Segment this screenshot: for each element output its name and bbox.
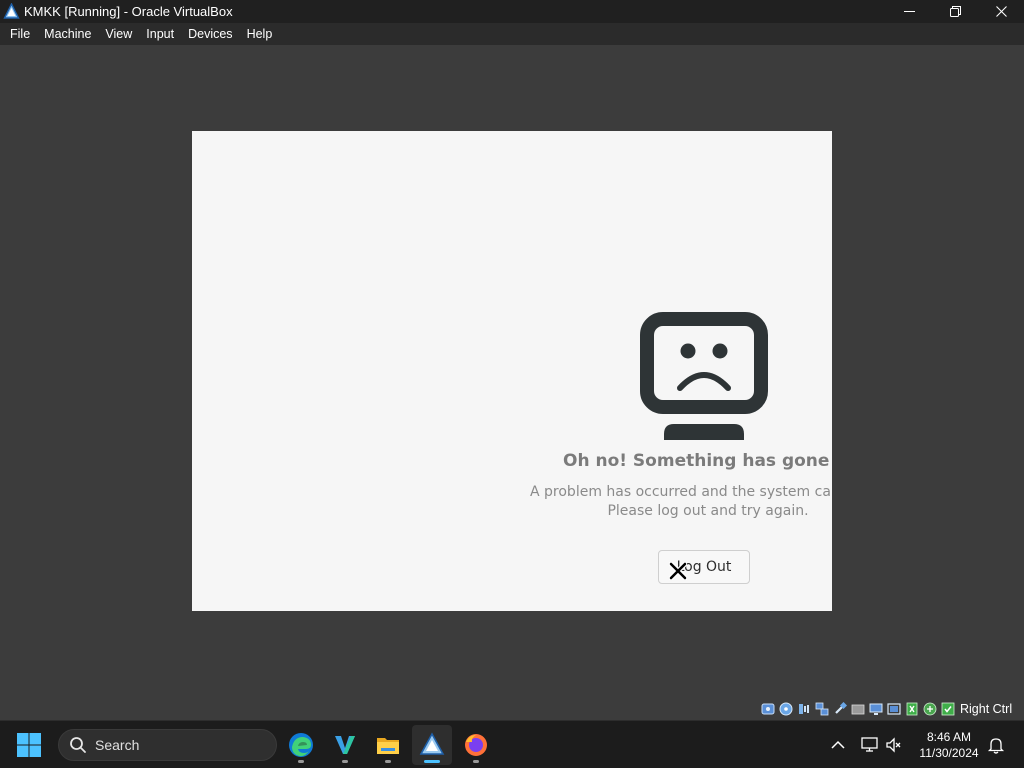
notification-bell-icon[interactable] [986, 735, 1006, 755]
clock-time: 8:46 AM [926, 730, 972, 744]
taskbar-firefox[interactable] [456, 725, 496, 765]
optical-drive-icon[interactable] [778, 701, 794, 717]
edge-icon [289, 733, 313, 757]
minimize-button[interactable] [886, 0, 932, 23]
menu-file[interactable]: File [3, 23, 37, 45]
taskbar-virtualbox-indicator [424, 760, 440, 763]
clock-date: 11/30/2024 [919, 746, 979, 760]
sad-monitor-icon [640, 312, 768, 440]
windows-start-icon[interactable] [16, 732, 42, 758]
maximize-button[interactable] [932, 0, 978, 23]
taskbar-file-explorer-indicator [385, 760, 391, 763]
restore-icon [949, 6, 961, 17]
taskbar-edge-indicator [298, 760, 304, 763]
guest-additions-icon[interactable] [940, 701, 956, 717]
taskbar: Search 8:46 AM 11/30/2024 [0, 720, 1024, 768]
menu-input[interactable]: Input [139, 23, 181, 45]
menu-help[interactable]: Help [240, 23, 280, 45]
hard-disk-icon[interactable] [760, 701, 776, 717]
error-message-line1: A problem has occurred and the system ca… [530, 484, 832, 500]
vm-status-bar: Right Ctrl [760, 700, 1012, 718]
cpu-icon[interactable] [904, 701, 920, 717]
display-icon[interactable] [868, 701, 884, 717]
close-icon [995, 6, 1007, 17]
visual-studio-icon [335, 736, 355, 754]
volume-muted-icon[interactable] [884, 735, 904, 755]
virtualbox-icon [419, 732, 445, 755]
window-title: KMKK [Running] - Oracle VirtualBox [24, 4, 233, 19]
menu-view[interactable]: View [98, 23, 139, 45]
network-status-icon[interactable] [860, 735, 880, 755]
virtualbox-app-icon [3, 3, 20, 20]
search-label: Search [95, 737, 140, 753]
mouse-integration-icon[interactable] [922, 701, 938, 717]
vm-display[interactable]: Oh no! Something has gone wrong. A probl… [192, 131, 832, 611]
firefox-icon [465, 734, 487, 756]
taskbar-visual-studio[interactable] [325, 725, 365, 765]
taskbar-file-explorer[interactable] [368, 725, 408, 765]
taskbar-search-box[interactable]: Search [58, 729, 277, 761]
show-hidden-icons-button[interactable] [828, 735, 848, 755]
menu-devices[interactable]: Devices [181, 23, 239, 45]
host-key-label: Right Ctrl [960, 702, 1013, 716]
usb-icon[interactable] [832, 701, 848, 717]
x-cursor-icon [669, 562, 687, 580]
taskbar-visual-studio-indicator [342, 760, 348, 763]
file-explorer-icon [377, 738, 399, 754]
taskbar-virtualbox[interactable] [412, 725, 452, 765]
search-icon [70, 737, 86, 753]
menu-bar: File Machine View Input Devices Help [0, 23, 1024, 45]
error-message-line2: Please log out and try again. [607, 503, 809, 519]
minimize-icon [903, 11, 915, 12]
error-message: A problem has occurred and the system ca… [530, 483, 832, 521]
video-capture-icon[interactable] [886, 701, 902, 717]
audio-icon[interactable] [796, 701, 812, 717]
window-titlebar: KMKK [Running] - Oracle VirtualBox [0, 0, 1024, 23]
error-title: Oh no! Something has gone wrong. [563, 451, 832, 471]
chevron-up-icon [831, 740, 845, 749]
taskbar-edge[interactable] [281, 725, 321, 765]
network-icon[interactable] [814, 701, 830, 717]
menu-machine[interactable]: Machine [37, 23, 98, 45]
shared-folders-icon[interactable] [850, 701, 866, 717]
taskbar-firefox-indicator [473, 760, 479, 763]
close-button[interactable] [978, 0, 1024, 23]
system-clock[interactable]: 8:46 AM 11/30/2024 [912, 729, 986, 761]
